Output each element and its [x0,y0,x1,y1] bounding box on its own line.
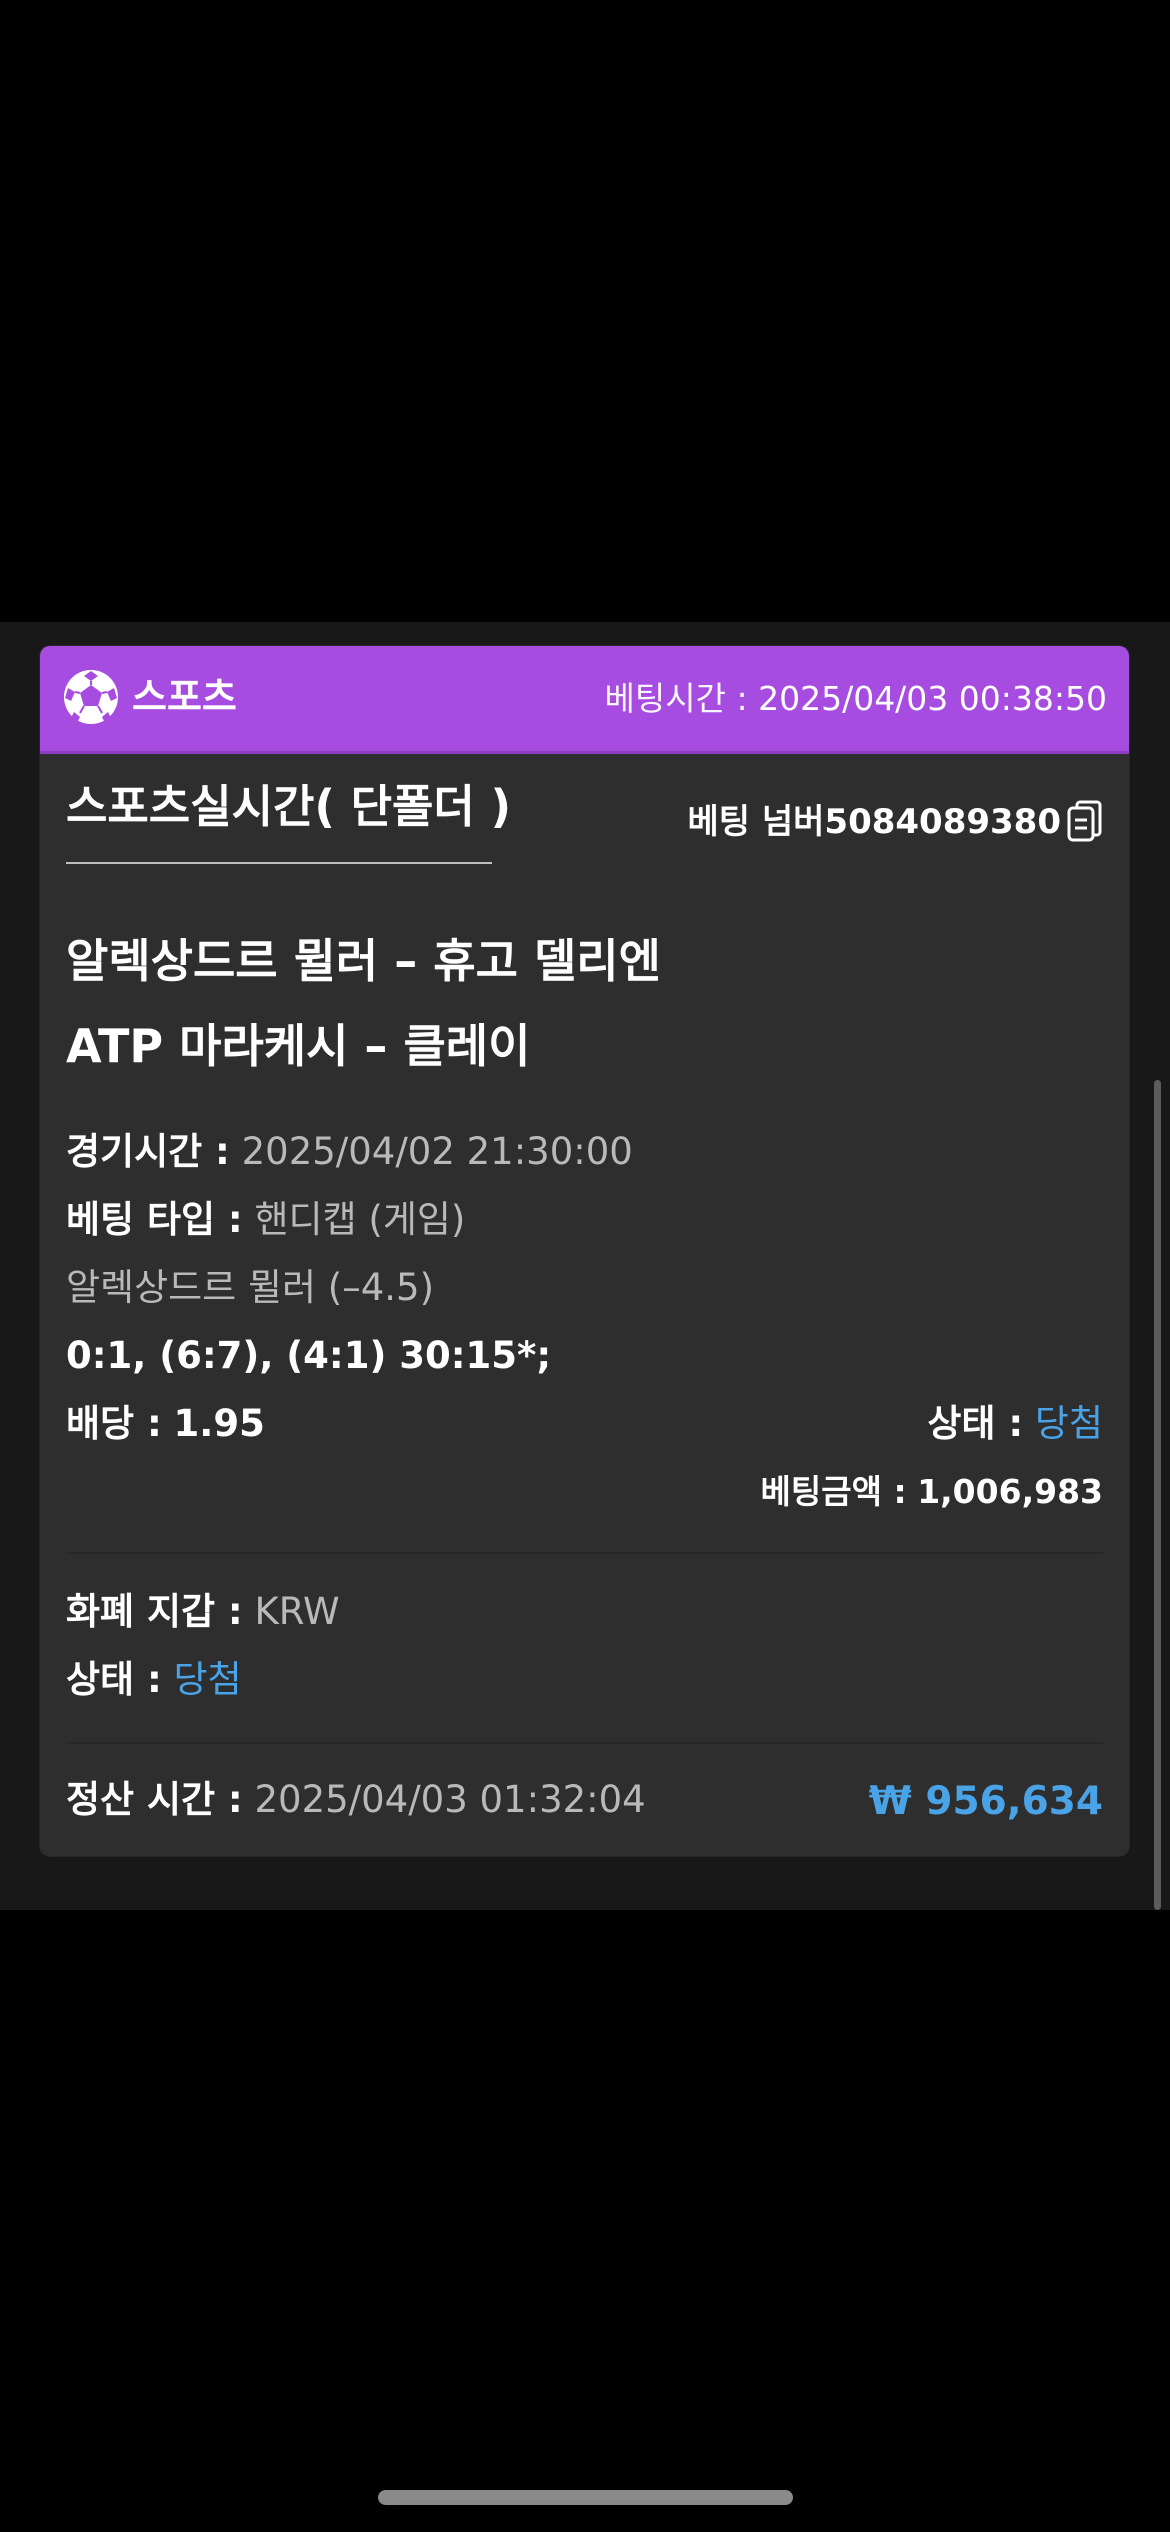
bet-category-title: 스포츠실시간( 단폴더 ) [66,780,512,833]
odds-value: 1.95 [173,1402,265,1445]
selection-row: 알렉상드르 뮐러 (–4.5) [66,1262,434,1314]
bet-number-value: 5084089380 [824,802,1061,842]
bet-type-value: 핸디캡 (게임) [254,1198,466,1241]
league-name: ATP 마라케시 – 클레이 [66,1019,531,1073]
bet-amount-row: 베팅금액 : 1,006,983 [761,1466,1103,1518]
odds-label: 배당 : [66,1402,162,1445]
status-value: 당첨 [1034,1402,1103,1445]
copy-icon[interactable] [1067,800,1103,844]
bet-time: 베팅시간 : 2025/04/03 00:38:50 [605,676,1107,722]
brand-label: 스포츠 [132,675,237,719]
bet-amount-label: 베팅금액 : [760,1472,907,1511]
bet-detail-card: 스포츠 베팅시간 : 2025/04/03 00:38:50 스포츠실시간( 단… [40,646,1129,1856]
game-time-row: 경기시간 : 2025/04/02 21:30:00 [66,1126,633,1178]
divider [66,1552,1103,1554]
home-indicator[interactable] [378,2490,793,2505]
settle-time-label: 정산 시간 : [66,1778,243,1821]
bet-type-label: 베팅 타입 : [66,1198,243,1241]
match-title: 알렉상드르 뮐러 – 휴고 델리엔 [66,934,661,988]
soccer-ball-icon [64,670,118,724]
status-row: 상태 : 당첨 [927,1398,1103,1450]
bet-number: 베팅 넘버5084089380 [687,798,1061,846]
bet-amount-value: 1,006,983 [917,1472,1103,1511]
scrollbar[interactable] [1154,1080,1161,1910]
score-value: 0:1, (6:7), (4:1) 30:15*; [66,1334,552,1377]
bet-type-row: 베팅 타입 : 핸디캡 (게임) [66,1194,465,1246]
status-label: 상태 : [927,1402,1024,1445]
selection-value: 알렉상드르 뮐러 (–4.5) [66,1266,435,1309]
title-underline [66,862,492,864]
divider [66,1742,1103,1744]
currency-label: 화폐 지갑 : [66,1590,243,1633]
game-time-label: 경기시간 : [66,1130,230,1173]
settle-time-row: 정산 시간 : 2025/04/03 01:32:04 [66,1774,646,1826]
bet-number-label: 베팅 넘버 [687,802,825,842]
game-time-value: 2025/04/02 21:30:00 [241,1130,633,1173]
bet-time-value: 2025/04/03 00:38:50 [758,679,1107,718]
currency-row: 화폐 지갑 : KRW [66,1586,340,1638]
card-header: 스포츠 베팅시간 : 2025/04/03 00:38:50 [40,646,1129,754]
odds-row: 배당 : 1.95 [66,1398,265,1450]
bet-time-label: 베팅시간 : [604,679,748,718]
settle-time-value: 2025/04/03 01:32:04 [254,1778,646,1821]
status2-label: 상태 : [66,1658,162,1701]
status2-row: 상태 : 당첨 [66,1654,242,1706]
status2-value: 당첨 [173,1658,242,1701]
payout-amount: ₩ 956,634 [868,1779,1103,1824]
currency-value: KRW [254,1590,340,1633]
score-row: 0:1, (6:7), (4:1) 30:15*; [66,1330,551,1382]
